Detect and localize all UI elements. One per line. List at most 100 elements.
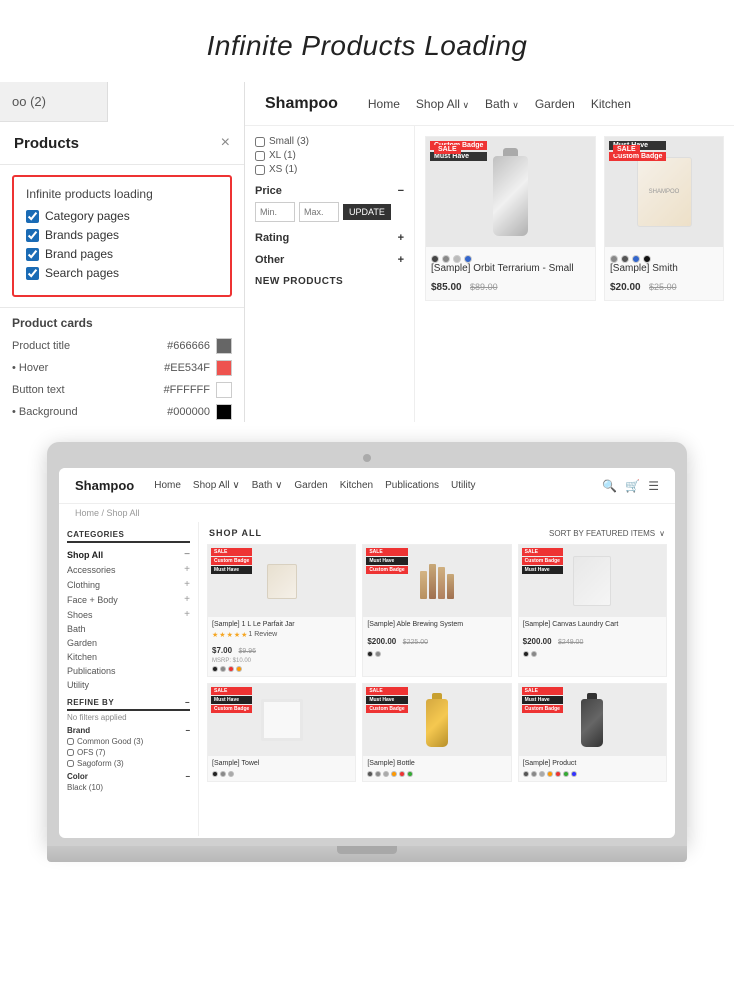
laptop-sidebar-kitchen[interactable]: Kitchen <box>67 650 190 664</box>
laptop-nav-utility[interactable]: Utility <box>451 480 475 491</box>
bottle-wrapper-6 <box>581 693 603 747</box>
checkbox-brand-input[interactable] <box>26 248 39 261</box>
lcd <box>367 771 373 777</box>
laptop-brand-label: Brand <box>67 726 90 735</box>
color-swatch-bg[interactable] <box>216 404 232 420</box>
laptop-nav-kitchen[interactable]: Kitchen <box>340 480 373 491</box>
checkbox-brand[interactable]: Brand pages <box>26 247 218 261</box>
laptop-section: Shampoo Home Shop All ∨ Bath ∨ Garden Ki… <box>0 422 734 882</box>
search-icon[interactable]: 🔍 <box>602 479 617 493</box>
lcd <box>383 771 389 777</box>
product-card-2[interactable]: SALE Must Have Custom Badge SHAMPOO <box>604 136 724 301</box>
brand-sagoform-checkbox[interactable] <box>67 760 74 767</box>
laptop-content: CATEGORIES Shop All − Accessories + Clot… <box>59 522 675 836</box>
laptop-product-5[interactable]: SALE Must Have Custom Badge <box>362 683 511 781</box>
color-swatch-title[interactable] <box>216 338 232 354</box>
brand-common-checkbox[interactable] <box>67 738 74 745</box>
color-row-right-hover: #EE534F <box>164 360 232 376</box>
color-swatch-hover[interactable] <box>216 360 232 376</box>
laptop-base <box>47 846 687 862</box>
color-swatch-button[interactable] <box>216 382 232 398</box>
product-card-1[interactable]: SALE Custom Badge Must Have <box>425 136 596 301</box>
product-name-2: [Sample] Smith <box>610 263 718 274</box>
laptop-nav-publications[interactable]: Publications <box>385 480 439 491</box>
update-button[interactable]: UPDATE <box>343 204 391 220</box>
laptop-sidebar-face[interactable]: Face + Body + <box>67 592 190 607</box>
filter-small-input[interactable] <box>255 137 265 147</box>
checkbox-brands-input[interactable] <box>26 229 39 242</box>
laptop-sort-label: SORT BY FEATURED ITEMS <box>549 529 655 538</box>
filter-small[interactable]: Small (3) <box>255 136 404 147</box>
laptop-nav-shopall[interactable]: Shop All ∨ <box>193 480 240 491</box>
lp-badge-area-2: SALE Must Have Custom Badge <box>366 548 407 574</box>
laptop-sidebar-garden[interactable]: Garden <box>67 636 190 650</box>
expand-icon-clothing: + <box>184 579 190 590</box>
laptop-face-label: Face + Body <box>67 595 118 605</box>
color-hex-title: #666666 <box>167 340 210 352</box>
checkbox-search[interactable]: Search pages <box>26 266 218 280</box>
nav-bath[interactable]: Bath <box>485 97 519 111</box>
checkbox-category-label: Category pages <box>45 209 130 223</box>
towel-shape <box>261 699 303 741</box>
laptop-sort[interactable]: SORT BY FEATURED ITEMS ∨ <box>549 529 665 538</box>
nav-garden[interactable]: Garden <box>535 97 575 111</box>
laptop-nav-bath[interactable]: Bath ∨ <box>252 480 283 491</box>
laptop-dots-3 <box>523 651 662 657</box>
filter-sidebar: Small (3) XL (1) XS (1) Price − <box>245 126 415 422</box>
laptop-nav-garden[interactable]: Garden <box>294 480 327 491</box>
laptop-product-2[interactable]: SALE Must Have Custom Badge <box>362 544 511 677</box>
checkbox-search-input[interactable] <box>26 267 39 280</box>
menu-icon[interactable]: ☰ <box>648 479 659 493</box>
laptop-brand-common[interactable]: Common Good (3) <box>67 737 190 746</box>
nav-home[interactable]: Home <box>368 97 400 111</box>
laptop-product-4[interactable]: SALE Must Have Custom Badge [Sample] Tow… <box>207 683 356 781</box>
lcd <box>228 666 234 672</box>
laptop-product-1[interactable]: SALE Custom Badge Must Have [Sample] 1 L… <box>207 544 356 677</box>
laptop-sidebar-utility[interactable]: Utility <box>67 678 190 692</box>
lcd <box>531 651 537 657</box>
laptop-sidebar-shoes[interactable]: Shoes + <box>67 607 190 622</box>
filter-xl-input[interactable] <box>255 151 265 161</box>
filter-xl[interactable]: XL (1) <box>255 150 404 161</box>
filter-xs[interactable]: XS (1) <box>255 164 404 175</box>
laptop-sidebar-accessories[interactable]: Accessories + <box>67 562 190 577</box>
lp-must-6: Must Have <box>522 696 563 704</box>
checkbox-category[interactable]: Category pages <box>26 209 218 223</box>
filter-xl-label: XL (1) <box>269 150 296 161</box>
laptop-brand-title: Brand − <box>67 726 190 735</box>
color-row-title: Product title #666666 <box>12 338 232 354</box>
laundry-cart <box>573 556 611 606</box>
checkbox-brands[interactable]: Brands pages <box>26 228 218 242</box>
filter-xs-label: XS (1) <box>269 164 297 175</box>
color-label-bg: • Background <box>12 406 78 418</box>
laptop-color-black[interactable]: Black (10) <box>67 783 190 792</box>
laptop-product-3[interactable]: SALE Custom Badge Must Have [Sample] Can… <box>518 544 667 677</box>
laptop-product-6[interactable]: SALE Must Have Custom Badge <box>518 683 667 781</box>
laptop-brand-ofs[interactable]: OFS (7) <box>67 748 190 757</box>
laptop-sidebar-clothing[interactable]: Clothing + <box>67 577 190 592</box>
sidebar-tab[interactable]: oo (2) <box>0 82 108 122</box>
cart-icon[interactable]: 🛒 <box>625 479 640 493</box>
laptop-sidebar-bath[interactable]: Bath <box>67 622 190 636</box>
bottle-wrapper <box>426 693 448 747</box>
brand-common-label: Common Good (3) <box>77 737 143 746</box>
product-info-2: [Sample] Smith $20.00 $25.00 <box>605 247 723 300</box>
price-min-input[interactable] <box>255 202 295 222</box>
nav-shopall[interactable]: Shop All <box>416 97 469 111</box>
brand-ofs-checkbox[interactable] <box>67 749 74 756</box>
filter-other-icon: + <box>398 254 404 266</box>
price-max-input[interactable] <box>299 202 339 222</box>
laptop-product-stars-1: ★ ★ ★ ★ ★ 1 Review <box>212 631 351 639</box>
laptop-no-filters: No filters applied <box>67 713 190 722</box>
laptop-product-name-1: [Sample] 1 L Le Parfait Jar <box>212 621 351 629</box>
filter-xs-input[interactable] <box>255 165 265 175</box>
nav-kitchen[interactable]: Kitchen <box>591 97 631 111</box>
laptop-sidebar-shopall[interactable]: Shop All − <box>67 547 190 562</box>
brand-ofs-label: OFS (7) <box>77 748 105 757</box>
laptop-brand-sagoform[interactable]: Sagoform (3) <box>67 759 190 768</box>
laptop-nav-home[interactable]: Home <box>154 480 181 491</box>
checkbox-category-input[interactable] <box>26 210 39 223</box>
laptop-sidebar-publications[interactable]: Publications <box>67 664 190 678</box>
close-icon[interactable]: × <box>221 134 230 152</box>
dot <box>621 255 629 263</box>
